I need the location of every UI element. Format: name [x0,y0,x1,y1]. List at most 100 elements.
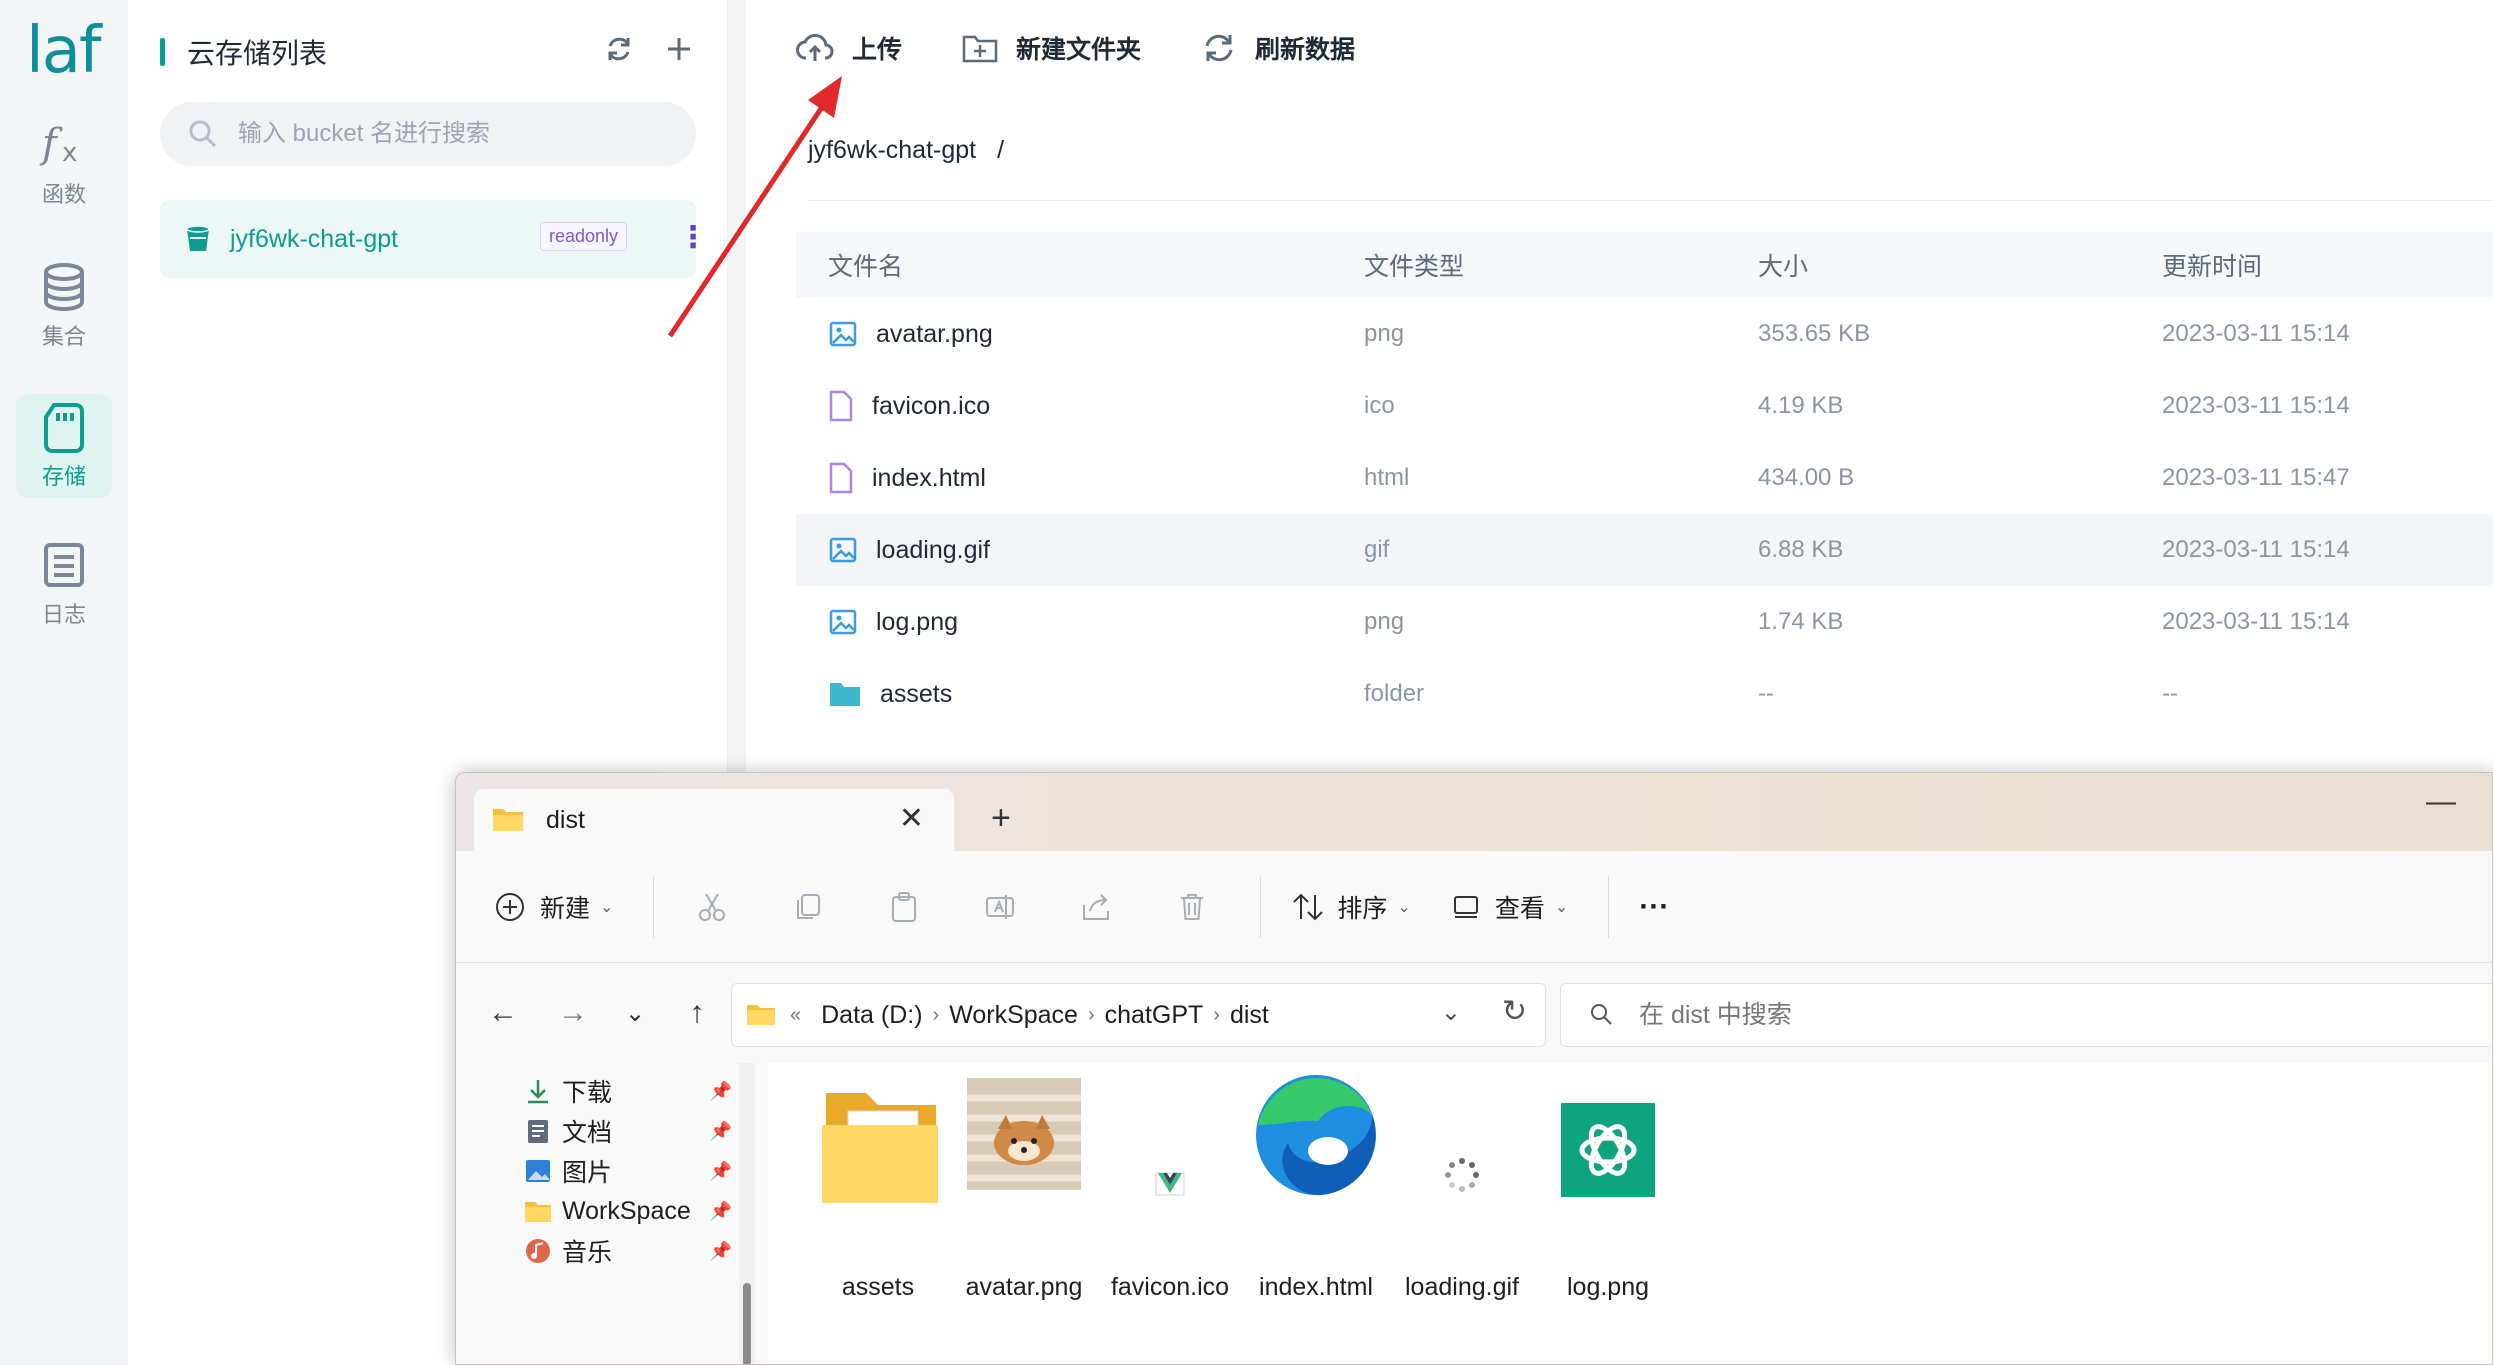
more-options-button[interactable]: ··· [1639,890,1669,924]
share-button[interactable] [1068,891,1124,923]
new-tab-button[interactable]: + [991,799,1011,838]
file-name: loading.gif [876,535,990,564]
breadcrumb: jyf6wk-chat-gpt / [808,136,1004,165]
view-button[interactable]: 查看 ⌄ [1451,889,1568,925]
new-folder-button[interactable]: 新建文件夹 [962,30,1141,66]
file-size: 434.00 B [1758,464,1855,491]
file-tile-log[interactable]: log.png [1498,1063,1718,1301]
function-icon: f x [39,121,77,168]
sidebar-item-pictures[interactable]: 图片 📌 [524,1151,744,1191]
download-icon [528,1080,548,1104]
bucket-search-input[interactable] [236,119,656,149]
bucket-icon [186,225,210,251]
recent-locations-icon[interactable]: ⌄ [608,999,662,1028]
storage-toolbar: 上传 新建文件夹 刷新数据 [796,30,1355,66]
sidebar-item-workspace[interactable]: WorkSpace 📌 [524,1191,744,1231]
delete-button[interactable] [1164,891,1220,923]
sidebar-item-downloads[interactable]: 下载 📌 [524,1071,744,1111]
file-updated: 2023-03-11 15:14 [2162,536,2350,563]
explorer-search-input[interactable] [1637,999,2437,1031]
file-explorer-window: dist ✕ + — 新建 ⌄ 排序 ⌄ 查看 ⌄ ··· ← → ⌄ ↑ « … [455,772,2493,1365]
rail-item-functions[interactable]: f x 函数 [16,112,112,216]
sidebar-scrollbar[interactable] [739,1063,755,1364]
table-row[interactable]: favicon.ico ico 4.19 KB 2023-03-11 15:14 [796,370,2493,442]
rename-button[interactable] [972,891,1028,923]
bucket-menu-icon[interactable]: ⋮ [678,220,708,255]
column-header-type: 文件类型 [1364,253,1465,281]
rail-label: 日志 [41,602,86,627]
sd-card-icon [44,403,84,453]
rail-item-logs[interactable]: 日志 [16,532,112,636]
tile-label: log.png [1566,1273,1650,1301]
refresh-data-label: 刷新数据 [1255,36,1356,64]
rename-icon [986,894,1015,919]
refresh-buckets-button[interactable] [604,34,634,72]
rail-item-storage[interactable]: 存储 [16,394,112,498]
sidebar-label: 图片 [562,1159,613,1187]
scissors-icon [699,892,726,921]
paste-button[interactable] [876,891,932,923]
close-tab-icon[interactable]: ✕ [899,801,924,836]
address-part[interactable]: dist [1230,1001,1269,1030]
tab-title: dist [546,805,585,834]
rail-item-collections[interactable]: 集合 [16,254,112,358]
file-size: -- [1758,680,1774,707]
column-header-updated: 更新时间 [2162,253,2263,281]
minimize-button[interactable]: — [2426,785,2456,819]
table-row[interactable]: avatar.png png 353.65 KB 2023-03-11 15:1… [796,298,2493,370]
refresh-icon[interactable]: ↻ [1502,994,1527,1029]
chevron-down-icon[interactable]: ⌄ [1441,998,1461,1027]
forward-arrow-icon[interactable]: → [538,996,608,1030]
address-bar[interactable]: « Data (D:) › WorkSpace › chatGPT › dist… [731,983,1546,1047]
file-name: assets [880,679,953,708]
address-part[interactable]: WorkSpace [949,1001,1078,1030]
column-header-name: 文件名 [828,253,904,281]
sort-icon [1293,893,1324,920]
pin-icon: 📌 [709,1200,732,1221]
scrollbar-thumb[interactable] [743,1283,751,1364]
address-part[interactable]: chatGPT [1105,1001,1204,1030]
sidebar-item-music[interactable]: 音乐 📌 [524,1231,744,1271]
breadcrumb-bucket[interactable]: jyf6wk-chat-gpt [808,136,976,164]
sort-button[interactable]: 排序 ⌄ [1291,889,1411,925]
upload-button[interactable]: 上传 [796,30,902,66]
explorer-tab[interactable]: dist ✕ [474,789,954,851]
rail-label: 函数 [41,182,86,207]
column-header-size: 大小 [1758,253,1809,281]
table-row[interactable]: assets folder -- -- [796,658,2493,730]
explorer-sidebar: 下载 📌 文档 📌 图片 📌 WorkSpace 📌 音乐 📌 [456,1063,756,1364]
new-item-button[interactable]: 新建 ⌄ [494,889,613,925]
back-arrow-icon[interactable]: ← [468,996,538,1030]
table-row[interactable]: loading.gif gif 6.88 KB 2023-03-11 15:14 [796,514,2493,586]
chevron-down-icon: ⌄ [1554,898,1569,916]
refresh-data-button[interactable]: 刷新数据 [1201,30,1355,66]
bucket-item[interactable]: jyf6wk-chat-gpt readonly ⋮ [160,200,708,278]
copy-button[interactable] [780,891,836,923]
file-size: 6.88 KB [1758,536,1844,563]
divider [1608,875,1610,938]
trash-icon [1181,893,1204,920]
address-part[interactable]: Data (D:) [821,1001,922,1030]
file-type: png [1364,608,1405,635]
database-icon [44,263,84,312]
divider [1260,875,1262,938]
add-bucket-button[interactable] [664,34,694,72]
file-name: log.png [876,607,959,636]
up-arrow-icon[interactable]: ↑ [662,996,732,1030]
folder-icon [747,1005,775,1025]
table-row[interactable]: log.png png 1.74 KB 2023-03-11 15:14 [796,586,2493,658]
cut-button[interactable] [684,891,740,923]
table-row[interactable]: index.html html 434.00 B 2023-03-11 15:4… [796,442,2493,514]
bucket-name: jyf6wk-chat-gpt [230,224,399,253]
sidebar-item-documents[interactable]: 文档 📌 [524,1111,744,1151]
file-updated: 2023-03-11 15:47 [2162,464,2350,491]
file-name: index.html [872,463,986,492]
image-icon [829,609,857,635]
address-overflow[interactable]: « [790,1004,801,1027]
laf-logo[interactable]: laf [26,14,102,88]
chevron-down-icon: ⌄ [600,898,614,916]
panel-title-text: 云存储列表 [187,38,328,69]
pin-icon: 📌 [709,1080,732,1101]
rail-label: 集合 [41,324,86,349]
plus-icon [668,38,690,60]
